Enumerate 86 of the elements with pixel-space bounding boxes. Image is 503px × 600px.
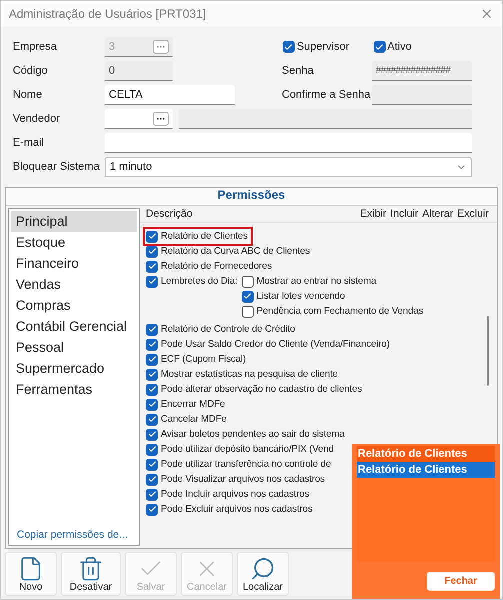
option-label: Pode utilizar transferência no controle de	[161, 459, 332, 470]
checkbox[interactable]	[374, 41, 386, 53]
category-item[interactable]: Ferramentas	[11, 379, 137, 400]
checkbox[interactable]	[146, 246, 158, 258]
checkbox[interactable]	[146, 276, 158, 288]
option-label: Pode alterar observação no cadastro de clientes	[161, 384, 362, 395]
column-header: Alterar	[422, 208, 454, 220]
category-item[interactable]: Compras	[11, 295, 137, 316]
field-label: Código	[13, 64, 49, 79]
toolbar-button[interactable]: Desativar	[61, 552, 121, 596]
checkbox[interactable]	[282, 41, 295, 53]
checkbox[interactable]	[146, 504, 158, 516]
option-label: Pendência com Fechamento de Vendas	[256, 306, 424, 317]
input-field[interactable]: CELTA	[105, 85, 235, 105]
field-label: E-mail	[13, 136, 46, 151]
checkbox-label: Supervisor	[296, 41, 350, 53]
option-label: Listar lotes vencendo	[256, 291, 346, 302]
field-label: Empresa	[13, 40, 58, 55]
option-label: Encerrar MDFe	[161, 399, 226, 410]
option-label: Avisar boletos pendentes ao sair do sistema	[161, 429, 345, 440]
checkbox[interactable]	[146, 354, 158, 366]
lookup-button[interactable]	[153, 112, 169, 126]
category-item[interactable]: Estoque	[11, 232, 137, 253]
column-header: Descrição	[146, 208, 193, 220]
option-label: Relatório da Curva ABC de Clientes	[161, 246, 310, 257]
toolbar-button[interactable]: Novo	[5, 552, 57, 596]
field-label: Nome	[13, 88, 44, 103]
checkbox[interactable]	[146, 324, 158, 336]
option-label: Pode Incluir arquivos nos cadastros	[161, 489, 310, 500]
checkbox[interactable]	[146, 338, 158, 350]
option-label: Pode utilizar depósito bancário/PIX (Vend	[161, 444, 334, 455]
category-item[interactable]: Principal	[11, 211, 137, 232]
option-label: Cancelar MDFe	[161, 414, 227, 425]
field-label: Senha	[282, 64, 315, 79]
toolbar-button[interactable]: Localizar	[237, 552, 289, 596]
scrollbar[interactable]	[487, 316, 489, 386]
window-title: Administração de Usuários [PRT031]	[9, 7, 206, 21]
category-item[interactable]: Supermercado	[11, 358, 137, 379]
category-item[interactable]: Pessoal	[11, 337, 137, 358]
field-label: Confirme a Senha	[282, 88, 372, 103]
column-header: Exibir	[360, 208, 387, 220]
checkbox[interactable]	[146, 414, 158, 426]
dropdown[interactable]: 1 minuto	[105, 157, 472, 177]
column-header: Incluir	[390, 208, 419, 220]
option-label: Pode Usar Saldo Credor do Cliente (Venda/Financeiro)	[161, 339, 390, 350]
password-field[interactable]: ###############	[372, 61, 472, 81]
checkbox[interactable]	[146, 444, 158, 456]
checkbox[interactable]	[242, 306, 254, 318]
password-field[interactable]	[372, 85, 472, 105]
option-label: Relatório de Clientes	[161, 231, 248, 242]
input-field[interactable]	[105, 109, 173, 129]
option-label: Mostrar ao entrar no sistema	[256, 276, 377, 287]
close-button[interactable]: Fechar	[427, 572, 495, 591]
checkbox[interactable]	[146, 260, 158, 272]
column-header: Excluir	[457, 208, 489, 220]
category-item[interactable]: Contábil Gerencial	[11, 316, 137, 337]
option-label: Lembretes do Dia:	[161, 276, 238, 287]
checkbox[interactable]	[146, 384, 158, 396]
checkbox[interactable]	[146, 474, 158, 486]
copy-permissions-link[interactable]: Copiar permissões de...	[11, 529, 137, 541]
checkbox[interactable]	[146, 368, 158, 380]
trash-icon	[78, 556, 104, 582]
checkbox[interactable]	[146, 488, 158, 500]
input-field[interactable]: 0	[105, 61, 173, 81]
option-label: Pode Excluir arquivos nos cadastros	[161, 504, 313, 515]
option-label: Mostrar estatísticas na pesquisa de cliente	[161, 369, 338, 380]
option-label: Pode Visualizar arquivos nos cadastros	[161, 474, 326, 485]
option-label: Relatório de Controle de Crédito	[161, 324, 296, 335]
checkbox[interactable]	[146, 398, 158, 410]
popup-item[interactable]: Relatório de Clientes	[357, 462, 495, 478]
section-title: Permissões	[6, 188, 497, 206]
checkbox[interactable]	[242, 290, 254, 302]
input-field[interactable]	[105, 133, 472, 153]
field-label: Bloquear Sistema	[13, 160, 101, 175]
checkbox[interactable]	[146, 428, 158, 440]
checkbox[interactable]	[146, 230, 158, 242]
option-label: ECF (Cupom Fiscal)	[161, 354, 246, 365]
category-item[interactable]: Vendas	[11, 274, 137, 295]
checkbox[interactable]	[146, 458, 158, 470]
checkbox-label: Ativo	[388, 41, 412, 53]
checkbox[interactable]	[242, 276, 254, 288]
category-item[interactable]: Financeiro	[11, 253, 137, 274]
close-icon[interactable]	[480, 7, 494, 21]
option-label: Relatório de Fornecedores	[161, 261, 272, 272]
field-label: Vendedor	[13, 112, 62, 127]
search-icon	[250, 556, 276, 582]
